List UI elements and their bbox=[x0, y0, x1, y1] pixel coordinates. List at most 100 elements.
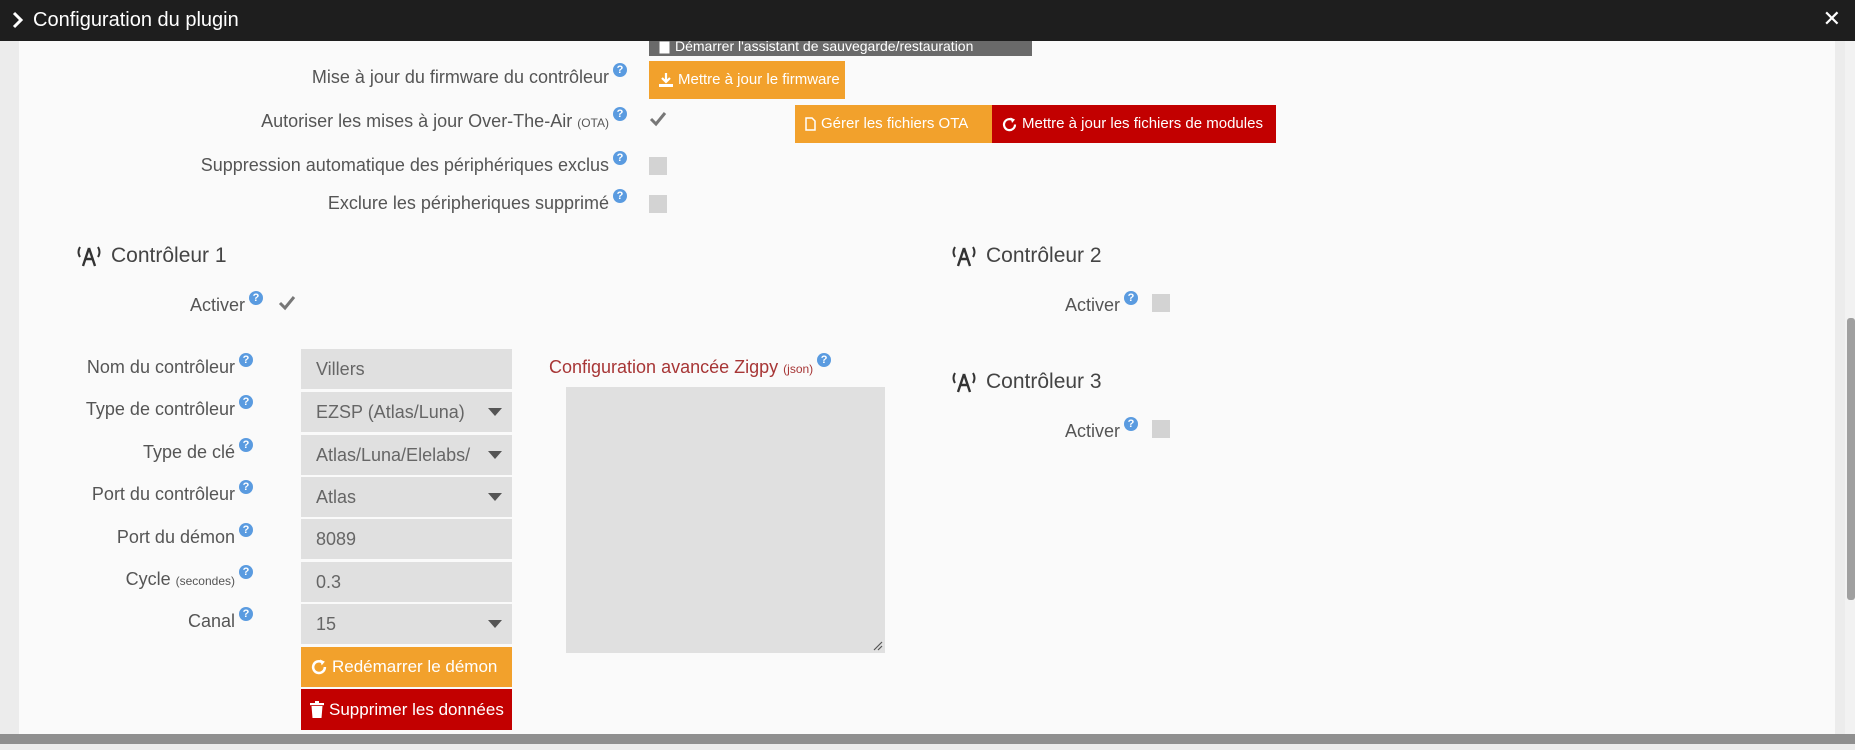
controller-name-input[interactable]: Villers bbox=[301, 349, 512, 389]
daemon-port-label: Port du démon bbox=[116, 527, 235, 547]
help-icon[interactable]: ? bbox=[613, 189, 627, 203]
auto-delete-label: Suppression automatique des périphérique… bbox=[200, 155, 609, 175]
controller-port-label: Port du contrôleur bbox=[91, 484, 235, 504]
check-icon bbox=[649, 112, 667, 127]
controller-name-label-row: Nom du contrôleur? bbox=[86, 353, 253, 378]
vertical-scrollbar-thumb[interactable] bbox=[1847, 318, 1855, 600]
controller-type-select[interactable]: EZSP (Atlas/Luna) bbox=[301, 392, 512, 432]
update-modules-button[interactable]: Mettre à jour les fichiers de modules bbox=[992, 105, 1276, 143]
manage-ota-files-button[interactable]: Gérer les fichiers OTA bbox=[795, 105, 992, 143]
help-icon[interactable]: ? bbox=[239, 353, 253, 367]
refresh-icon bbox=[1002, 117, 1017, 131]
daemon-port-input[interactable]: 8089 bbox=[301, 519, 512, 559]
help-icon[interactable]: ? bbox=[239, 395, 253, 409]
cycle-suffix: (secondes) bbox=[175, 574, 235, 588]
controller2-activate-checkbox[interactable] bbox=[1152, 294, 1170, 312]
controller-type-value: EZSP (Atlas/Luna) bbox=[316, 402, 465, 422]
file-icon bbox=[659, 41, 670, 54]
antenna-icon bbox=[952, 372, 976, 393]
channel-label-row: Canal? bbox=[188, 607, 253, 632]
help-icon[interactable]: ? bbox=[249, 291, 263, 305]
controller1-activate-label-row: Activer? bbox=[189, 291, 263, 316]
daemon-port-value: 8089 bbox=[316, 529, 357, 549]
controller-name-label: Nom du contrôleur bbox=[86, 357, 235, 377]
controller1-title-text: Contrôleur 1 bbox=[111, 244, 227, 267]
key-type-label: Type de clé bbox=[142, 442, 235, 462]
firmware-label-row: Mise à jour du firmware du contrôleur? bbox=[311, 63, 627, 88]
firmware-label: Mise à jour du firmware du contrôleur bbox=[311, 67, 609, 87]
delete-data-button[interactable]: Supprimer les données bbox=[301, 689, 512, 730]
horizontal-scrollbar[interactable] bbox=[0, 734, 1855, 744]
backup-restore-label: Démarrer l'assistant de sauvegarde/resta… bbox=[675, 41, 974, 54]
auto-delete-label-row: Suppression automatique des périphérique… bbox=[200, 151, 627, 176]
controller2-activate-label-row: Activer? bbox=[1065, 291, 1138, 316]
help-icon[interactable]: ? bbox=[1124, 417, 1138, 431]
update-modules-label: Mettre à jour les fichiers de modules bbox=[1022, 115, 1263, 132]
ota-suffix: (OTA) bbox=[577, 116, 609, 130]
help-icon[interactable]: ? bbox=[1124, 291, 1138, 305]
controller3-activate-checkbox[interactable] bbox=[1152, 420, 1170, 438]
zigpy-config-label-row: Configuration avancée Zigpy (json)? bbox=[549, 353, 832, 378]
help-icon[interactable]: ? bbox=[817, 353, 832, 367]
help-icon[interactable]: ? bbox=[239, 565, 253, 579]
help-icon[interactable]: ? bbox=[613, 63, 627, 77]
help-icon[interactable]: ? bbox=[239, 523, 253, 537]
controller1-title: Contrôleur 1 bbox=[75, 244, 227, 268]
resize-handle-icon[interactable] bbox=[873, 641, 883, 651]
exclude-deleted-label-row: Exclure les péripheriques supprimé? bbox=[327, 189, 627, 214]
check-icon bbox=[278, 296, 296, 311]
help-icon[interactable]: ? bbox=[239, 607, 253, 621]
help-icon[interactable]: ? bbox=[239, 480, 253, 494]
update-firmware-button[interactable]: Mettre à jour le firmware bbox=[649, 61, 845, 99]
auto-delete-checkbox[interactable] bbox=[649, 157, 667, 175]
controller-port-value: Atlas bbox=[316, 487, 357, 507]
zigpy-config-suffix: (json) bbox=[783, 362, 814, 376]
trash-icon bbox=[310, 701, 324, 718]
controller3-activate-label-row: Activer? bbox=[1064, 417, 1138, 442]
help-icon[interactable]: ? bbox=[613, 107, 627, 121]
controller-type-label: Type de contrôleur bbox=[85, 399, 235, 419]
controller-port-select[interactable]: Atlas bbox=[301, 477, 512, 517]
cycle-value: 0.3 bbox=[316, 572, 342, 592]
zigpy-config-textarea[interactable] bbox=[566, 387, 885, 653]
backup-restore-button[interactable]: Démarrer l'assistant de sauvegarde/resta… bbox=[649, 41, 1032, 56]
refresh-icon bbox=[311, 659, 327, 675]
channel-value: 15 bbox=[316, 614, 337, 634]
controller1-activate-label: Activer bbox=[189, 295, 245, 315]
controller3-title: Contrôleur 3 bbox=[950, 370, 1102, 394]
help-icon[interactable]: ? bbox=[239, 438, 253, 452]
chevron-down-icon bbox=[488, 620, 502, 628]
ota-label-row: Autoriser les mises à jour Over-The-Air … bbox=[261, 107, 627, 132]
daemon-port-label-row: Port du démon? bbox=[116, 523, 253, 548]
exclude-deleted-label: Exclure les péripheriques supprimé bbox=[327, 193, 609, 213]
cycle-input[interactable]: 0.3 bbox=[301, 562, 512, 602]
delete-data-label: Supprimer les données bbox=[329, 699, 504, 719]
key-type-select[interactable]: Atlas/Luna/Elelabs/ bbox=[301, 435, 512, 475]
ota-checkbox[interactable] bbox=[649, 110, 667, 128]
key-type-label-row: Type de clé? bbox=[142, 438, 253, 463]
channel-select[interactable]: 15 bbox=[301, 604, 512, 644]
update-firmware-label: Mettre à jour le firmware bbox=[678, 71, 840, 88]
close-icon[interactable]: ✕ bbox=[1823, 8, 1841, 30]
controller2-title-text: Contrôleur 2 bbox=[986, 244, 1102, 267]
key-type-value: Atlas/Luna/Elelabs/ bbox=[316, 445, 471, 465]
controller3-title-text: Contrôleur 3 bbox=[986, 370, 1102, 393]
antenna-icon bbox=[77, 246, 101, 267]
cycle-label-row: Cycle (secondes)? bbox=[125, 565, 253, 590]
controller-type-label-row: Type de contrôleur? bbox=[85, 395, 253, 420]
cycle-label: Cycle bbox=[125, 569, 171, 589]
controller3-activate-label: Activer bbox=[1064, 421, 1120, 441]
restart-daemon-button[interactable]: Redémarrer le démon bbox=[301, 647, 512, 687]
file-icon bbox=[805, 117, 816, 131]
controller1-activate-checkbox[interactable] bbox=[278, 294, 296, 312]
ota-label: Autoriser les mises à jour Over-The-Air bbox=[261, 111, 573, 131]
help-icon[interactable]: ? bbox=[613, 151, 627, 165]
chevron-down-icon bbox=[488, 451, 502, 459]
modal-title: Configuration du plugin bbox=[33, 9, 239, 31]
download-icon bbox=[659, 73, 673, 87]
restart-daemon-label: Redémarrer le démon bbox=[332, 657, 498, 676]
controller-name-value: Villers bbox=[316, 359, 365, 379]
controller2-title: Contrôleur 2 bbox=[950, 244, 1102, 268]
modal-title-bar: Configuration du plugin ✕ bbox=[0, 0, 1855, 41]
exclude-deleted-checkbox[interactable] bbox=[649, 195, 667, 213]
